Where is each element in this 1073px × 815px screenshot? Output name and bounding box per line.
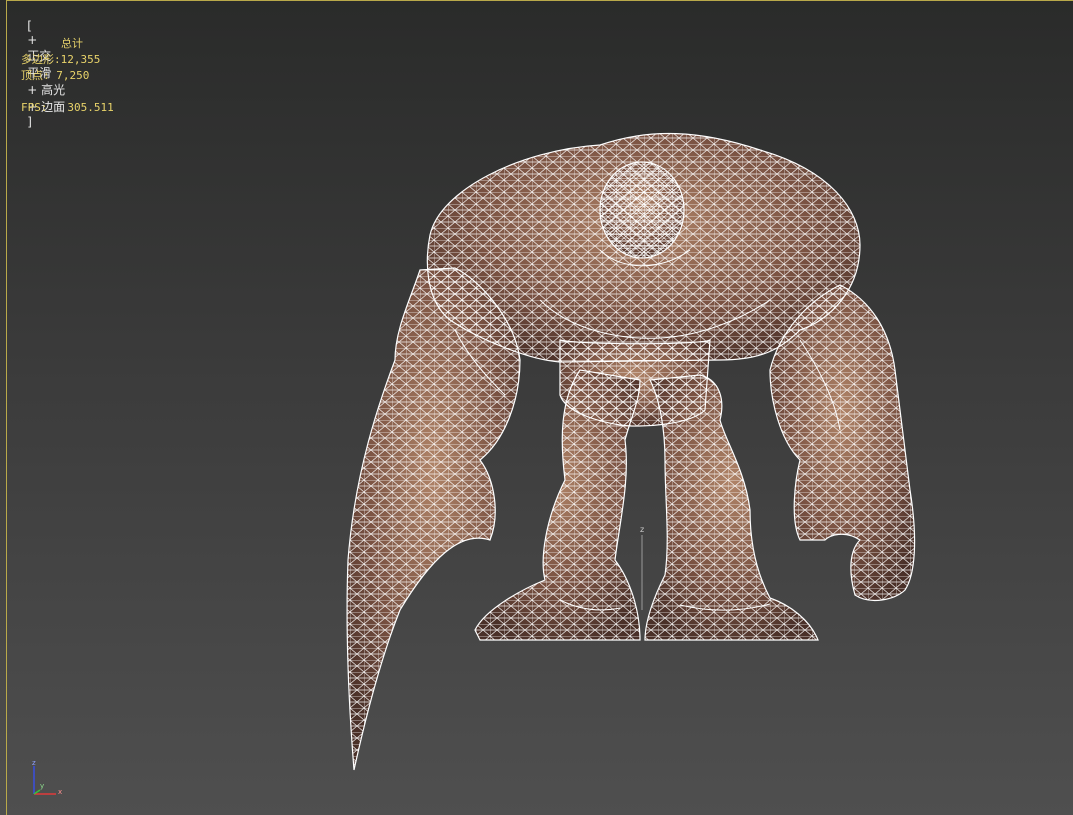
y-axis-label: y [40,782,44,790]
model-wireframe-edges [346,132,916,771]
x-axis-label: x [58,788,62,796]
wireframe-model[interactable]: z [0,0,1073,815]
axis-gizmo[interactable]: z x y [26,758,66,800]
z-axis-label: z [32,759,36,767]
perspective-viewport[interactable]: [ + 正交 平滑 + 高光 + 边面 ] 总计 多边形:12,355 顶点: … [0,0,1073,815]
pivot-marker: z [640,525,644,610]
pivot-z-label: z [640,525,644,534]
